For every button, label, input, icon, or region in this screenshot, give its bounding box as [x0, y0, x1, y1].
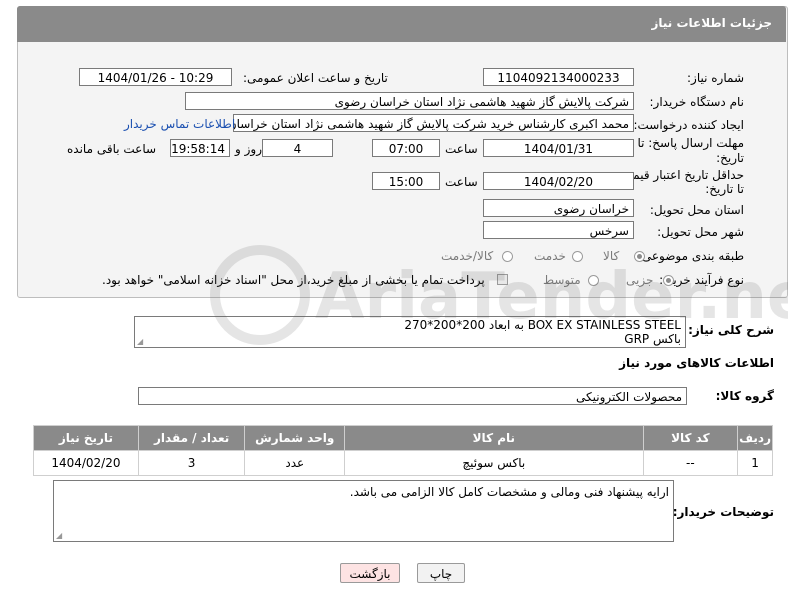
deadline-time-label: ساعت — [445, 142, 478, 156]
city-field: سرخس — [483, 221, 634, 239]
cell-qty: 3 — [137, 450, 246, 476]
print-button[interactable]: چاپ — [417, 563, 465, 583]
col-date: تاریخ نیاز — [33, 425, 139, 451]
col-name: نام کالا — [344, 425, 644, 451]
col-qty: تعداد / مقدار — [137, 425, 246, 451]
goods-section-title: اطلاعات کالاهای مورد نیاز — [619, 356, 774, 370]
col-code: کد کالا — [642, 425, 739, 451]
process-medium-label: متوسط — [543, 273, 581, 287]
creator-label: ایجاد کننده درخواست: — [633, 118, 744, 132]
summary-line-2: باکس GRP — [624, 332, 681, 346]
back-button[interactable]: بازگشت — [340, 563, 400, 583]
goods-table: ردیف کد کالا نام کالا واحد شمارش تعداد /… — [33, 425, 773, 476]
category-goods-radio[interactable] — [634, 251, 645, 262]
summary-line-1: BOX EX STAINLESS STEEL به ابعاد 200*200*… — [404, 318, 681, 332]
days-field: 4 — [262, 139, 333, 157]
notes-textarea[interactable]: ارایه پیشنهاد فنی ومالی و مشخصات کامل کا… — [53, 480, 674, 542]
goods-group-field: محصولات الکترونیکی — [138, 387, 687, 405]
col-index: ردیف — [737, 425, 773, 451]
buyer-label: نام دستگاه خریدار: — [649, 95, 745, 109]
cell-name: باکس سوئیچ — [344, 450, 644, 476]
category-both-radio[interactable] — [502, 251, 513, 262]
summary-textarea[interactable]: BOX EX STAINLESS STEEL به ابعاد 200*200*… — [134, 316, 686, 348]
resize-grip-icon[interactable]: ◢ — [137, 337, 143, 346]
table-header-row: ردیف کد کالا نام کالا واحد شمارش تعداد /… — [33, 425, 773, 451]
cell-unit: عدد — [244, 450, 346, 476]
deadline-time-field: 07:00 — [372, 139, 440, 157]
process-minor-label: جزیی — [626, 273, 654, 287]
days-label: روز و — [235, 142, 262, 156]
creator-field: محمد اکبری کارشناس خرید شرکت پالایش گاز … — [233, 114, 634, 132]
deadline-label-date: تاریخ: — [716, 151, 744, 165]
category-goods-label: کالا — [603, 249, 620, 263]
goods-group-label: گروه کالا: — [715, 389, 774, 403]
deadline-label: مهلت ارسال پاسخ: تا — [637, 136, 744, 150]
panel-title: جزئیات اطلاعات نیاز — [651, 16, 772, 30]
province-label: استان محل تحویل: — [649, 203, 744, 217]
category-both-label: کالا/خدمت — [441, 249, 494, 263]
category-service-label: خدمت — [534, 249, 566, 263]
table-row[interactable]: 1 -- باکس سوئیچ عدد 3 1404/02/20 — [33, 450, 773, 476]
panel-header: جزئیات اطلاعات نیاز — [17, 6, 786, 42]
need-number-field: 1104092134000233 — [483, 68, 634, 86]
announce-label: تاریخ و ساعت اعلان عمومی: — [243, 71, 388, 85]
city-label: شهر محل تحویل: — [657, 225, 744, 239]
process-medium-radio[interactable] — [588, 275, 599, 286]
notes-label: توضیحات خریدار: — [672, 505, 774, 519]
summary-label: شرح کلی نیاز: — [688, 323, 774, 337]
category-label: طبقه بندی موضوعی: — [637, 249, 744, 263]
deadline-date-field: 1404/01/31 — [483, 139, 634, 157]
cell-index: 1 — [737, 450, 773, 476]
validity-time-field: 15:00 — [372, 172, 440, 190]
payment-checkbox[interactable] — [497, 274, 508, 285]
validity-date-field: 1404/02/20 — [483, 172, 634, 190]
announce-field: 1404/01/26 - 10:29 — [79, 68, 232, 86]
col-unit: واحد شمارش — [244, 425, 346, 451]
need-number-label: شماره نیاز: — [687, 71, 744, 85]
cell-date: 1404/02/20 — [33, 450, 139, 476]
payment-note: پرداخت تمام یا بخشی از مبلغ خرید،از محل … — [102, 273, 485, 287]
province-field: خراسان رضوی — [483, 199, 634, 217]
validity-label-date: تا تاریخ: — [705, 182, 744, 196]
contact-link[interactable]: اطلاعات تماس خریدار — [124, 117, 235, 131]
remaining-label: ساعت باقی مانده — [67, 142, 157, 156]
cell-code: -- — [642, 450, 739, 476]
validity-label: حداقل تاریخ اعتبار قیمت: — [617, 168, 744, 182]
buyer-field: شرکت پالایش گاز شهید هاشمی نژاد استان خر… — [185, 92, 634, 110]
remaining-field: 19:58:14 — [170, 139, 230, 157]
process-minor-radio[interactable] — [663, 275, 674, 286]
notes-text: ارایه پیشنهاد فنی ومالی و مشخصات کامل کا… — [349, 485, 669, 499]
category-service-radio[interactable] — [572, 251, 583, 262]
validity-time-label: ساعت — [445, 175, 478, 189]
resize-grip-icon[interactable]: ◢ — [56, 531, 62, 540]
